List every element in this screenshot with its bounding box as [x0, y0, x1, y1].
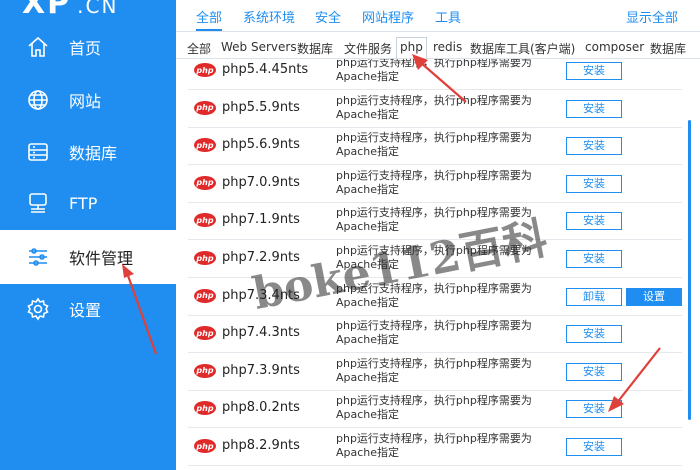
- software-name: php8.0.2nts: [222, 400, 300, 416]
- software-description: php运行支持程序，执行php程序需要为Apache指定: [336, 244, 532, 271]
- sliders-icon: [25, 244, 51, 270]
- annotation-arrow-install: [608, 347, 661, 412]
- install-button[interactable]: 安装: [566, 137, 622, 156]
- annotation-arrow-php-tab: [412, 54, 467, 103]
- software-name: php5.6.9nts: [222, 137, 300, 153]
- category-tabs: 全部 系统环境 安全 网站程序 工具 显示全部: [176, 0, 700, 32]
- ftp-icon: [25, 190, 51, 216]
- sidebar-item-label: 首页: [69, 39, 102, 58]
- software-row: php php5.6.9nts php运行支持程序，执行php程序需要为Apache…: [188, 128, 682, 166]
- php-logo-icon: php: [194, 251, 216, 265]
- subtab-file-service[interactable]: 文件服务: [341, 40, 395, 58]
- software-row: php php8.2.9nts php运行支持程序，执行php程序需要为Apache…: [188, 429, 682, 466]
- php-logo-icon: php: [194, 439, 216, 453]
- install-button[interactable]: 安装: [566, 212, 622, 231]
- sidebar-item-database[interactable]: 数据库: [0, 127, 176, 177]
- home-icon: [25, 34, 51, 60]
- install-button[interactable]: 安装: [566, 174, 622, 193]
- app-logo: XP .CN: [22, 0, 119, 21]
- php-logo-icon: php: [194, 213, 216, 228]
- show-all-link[interactable]: 显示全部: [626, 7, 678, 26]
- software-description: php运行支持程序，执行php程序需要为Apache指定: [336, 394, 532, 422]
- install-button[interactable]: 安装: [566, 62, 622, 80]
- software-name: php7.3.4nts: [222, 287, 300, 303]
- sidebar-item-label: 设置: [69, 301, 102, 320]
- uninstall-button[interactable]: 卸载: [566, 287, 622, 306]
- tab-security[interactable]: 安全: [315, 7, 341, 31]
- php-logo-icon: php: [194, 100, 216, 115]
- software-row: php php7.3.4nts php运行支持程序，执行php程序需要为Apache…: [188, 279, 682, 316]
- sidebar-item-label: FTP: [69, 193, 98, 213]
- sidebar: XP .CN 首页 网站 数据库 FTP 软件管理 设置: [0, 0, 176, 470]
- tab-tools[interactable]: 工具: [435, 7, 461, 31]
- app-window: XP .CN 首页 网站 数据库 FTP 软件管理 设置 全部 系统环境 安全 …: [0, 0, 700, 470]
- install-button[interactable]: 安装: [566, 99, 622, 118]
- subtab-database[interactable]: 数据库: [294, 40, 336, 58]
- subtab-db-tools[interactable]: 数据库工具(客户端): [467, 40, 578, 58]
- sidebar-item-home[interactable]: 首页: [0, 22, 176, 72]
- software-name: php7.2.9nts: [222, 250, 300, 265]
- software-name: php7.4.3nts: [222, 325, 300, 341]
- software-name: php7.1.9nts: [222, 212, 300, 228]
- software-description: php运行支持程序，执行php程序需要为Apache指定: [336, 356, 532, 384]
- database-icon: [25, 139, 51, 165]
- sidebar-item-label: 网站: [69, 92, 102, 111]
- sidebar-item-label: 数据库: [69, 144, 118, 163]
- software-description: php运行支持程序，执行php程序需要为Apache指定: [336, 319, 532, 347]
- subtab-composer[interactable]: composer: [582, 40, 647, 58]
- software-description: php运行支持程序，执行php程序需要为Apache指定: [336, 206, 532, 234]
- sidebar-item-website[interactable]: 网站: [0, 75, 176, 125]
- install-button[interactable]: 安装: [566, 438, 622, 456]
- tab-website-programs[interactable]: 网站程序: [362, 7, 414, 31]
- php-logo-icon: php: [194, 138, 216, 153]
- globe-icon: [25, 87, 51, 113]
- php-logo-icon: php: [194, 288, 216, 303]
- php-logo-icon: php: [194, 175, 216, 190]
- software-description: php运行支持程序，执行php程序需要为Apache指定: [336, 432, 532, 459]
- software-name: php7.0.9nts: [222, 174, 300, 190]
- php-logo-icon: php: [194, 401, 216, 416]
- install-button[interactable]: 安装: [566, 250, 622, 268]
- annotation-arrow-sidebar: [122, 264, 158, 355]
- subtab-web-servers[interactable]: Web Servers: [218, 40, 300, 58]
- gear-icon: [25, 296, 51, 322]
- tab-all[interactable]: 全部: [196, 7, 223, 31]
- software-description: php运行支持程序，执行php程序需要为Apache指定: [336, 281, 532, 309]
- software-name: php7.3.9nts: [222, 362, 300, 378]
- software-row: php php7.1.9nts php运行支持程序，执行php程序需要为Apache…: [188, 203, 682, 241]
- php-logo-icon: php: [194, 326, 216, 341]
- software-row: php php7.2.9nts php运行支持程序，执行php程序需要为Apache…: [188, 241, 682, 278]
- php-logo-icon: php: [194, 363, 216, 378]
- sidebar-item-ftp[interactable]: FTP: [0, 178, 176, 228]
- software-name: php8.2.9nts: [222, 438, 300, 453]
- software-description: php运行支持程序，执行php程序需要为Apache指定: [336, 131, 532, 159]
- software-row: php php7.0.9nts php运行支持程序，执行php程序需要为Apache…: [188, 166, 682, 203]
- scrollbar[interactable]: [688, 120, 691, 420]
- tab-system-env[interactable]: 系统环境: [243, 7, 295, 31]
- subtab-all[interactable]: 全部: [184, 40, 214, 58]
- subtab-database-2[interactable]: 数据库: [647, 40, 689, 58]
- install-button[interactable]: 安装: [566, 325, 622, 344]
- settings-button[interactable]: 设置: [626, 287, 682, 306]
- software-description: php运行支持程序，执行php程序需要为Apache指定: [336, 168, 532, 196]
- software-name: php5.4.45nts: [222, 62, 309, 77]
- php-logo-icon: php: [194, 63, 216, 77]
- software-name: php5.5.9nts: [222, 99, 300, 115]
